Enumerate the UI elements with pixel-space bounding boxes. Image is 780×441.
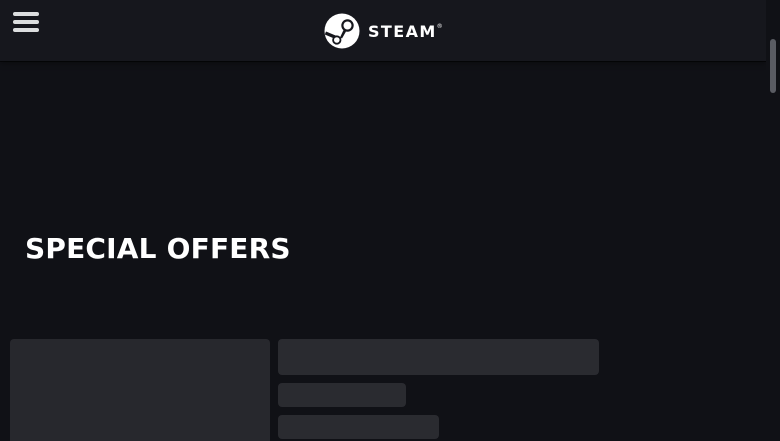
steam-logo-icon	[324, 13, 360, 49]
hamburger-menu-icon[interactable]	[11, 10, 41, 38]
offer-detail-placeholder	[278, 383, 406, 407]
steam-logo-link[interactable]: STEAM ®	[324, 13, 443, 49]
offer-price-placeholder	[278, 415, 439, 439]
offer-capsule-placeholder[interactable]	[10, 339, 270, 441]
page-viewport: STEAM ® SPECIAL OFFERS	[0, 0, 780, 441]
menu-bar	[13, 20, 39, 24]
scrollbar-thumb[interactable]	[770, 39, 776, 93]
registered-mark: ®	[436, 22, 443, 30]
menu-bar	[13, 28, 39, 32]
brand-wordmark-text: STEAM	[368, 21, 437, 41]
steam-wordmark: STEAM ®	[368, 21, 443, 41]
top-header: STEAM ®	[0, 0, 766, 61]
menu-bar	[13, 12, 39, 16]
special-offers-heading: SPECIAL OFFERS	[25, 232, 291, 265]
offer-title-placeholder	[278, 339, 599, 375]
